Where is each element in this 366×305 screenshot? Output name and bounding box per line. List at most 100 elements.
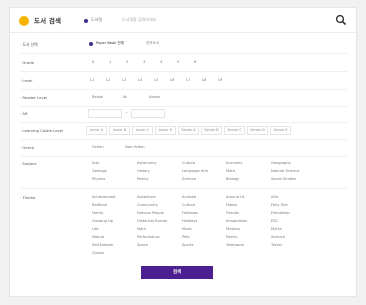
subject-option[interactable]: Geography (271, 161, 291, 165)
grade-option[interactable]: 6 (194, 60, 196, 64)
subject-option[interactable]: Culture (182, 161, 195, 165)
booktype-radio-all[interactable] (89, 42, 93, 46)
reader-level-option[interactable]: Below (92, 95, 103, 99)
subject-option[interactable]: Natural Science (271, 169, 299, 173)
search-button[interactable]: 검색 (141, 266, 213, 279)
level-option[interactable]: L5 (154, 78, 158, 82)
ar-label: · AR (20, 111, 28, 116)
search-header: 도서 검색 도서명 도서명을 입력하세요 (10, 8, 358, 33)
lcl-option[interactable]: Junior A (86, 126, 107, 135)
lcl-option[interactable]: Senior B (201, 126, 222, 135)
reader-level-option[interactable]: Above (149, 95, 160, 99)
theme-option[interactable]: Performance (137, 235, 160, 239)
genre-label: · Genre (20, 145, 34, 150)
theme-option[interactable]: Friendship (271, 211, 289, 215)
theme-option[interactable]: Growing Up (92, 219, 113, 223)
grade-option[interactable]: K (92, 60, 94, 64)
theme-option[interactable]: Self-Esteem (92, 243, 113, 247)
page-title: 도서 검색 (34, 17, 62, 25)
theme-option[interactable]: Historical Events (137, 219, 167, 223)
theme-option[interactable]: Culture (182, 203, 195, 207)
search-input[interactable]: 도서명을 입력하세요 (122, 17, 156, 23)
theme-option[interactable]: Around Us (226, 195, 245, 199)
theme-option[interactable]: Holidays (182, 219, 197, 223)
lcl-option[interactable]: Junior C (132, 126, 153, 135)
booktype-option[interactable]: 전자도서 (146, 41, 159, 46)
theme-option[interactable]: Family (92, 211, 104, 215)
lcl-option[interactable]: Senior D (247, 126, 268, 135)
lcl-option[interactable]: Senior E (270, 126, 291, 135)
subject-option[interactable]: Astronomy (137, 161, 156, 165)
reader-level-option[interactable]: At (123, 95, 127, 99)
theme-option[interactable]: Bedtime (92, 203, 107, 207)
subject-option[interactable]: Economy (226, 161, 243, 165)
subject-option[interactable]: Social Studies (271, 177, 296, 181)
grade-option[interactable]: 4 (160, 60, 162, 64)
theme-option[interactable]: Music (182, 227, 192, 231)
subject-option[interactable]: Science (182, 177, 196, 181)
ar-max-input[interactable] (131, 109, 165, 118)
theme-option[interactable]: Famous People (137, 211, 164, 215)
theme-option[interactable]: Mystery (226, 227, 240, 231)
level-option[interactable]: L9 (218, 78, 222, 82)
theme-option[interactable]: Teamwork (226, 243, 244, 247)
level-label: · Level (20, 78, 33, 83)
level-option[interactable]: L2 (106, 78, 110, 82)
theme-option[interactable]: Friends (226, 211, 239, 215)
theme-option[interactable]: Achievement (92, 195, 116, 199)
level-option[interactable]: L6 (170, 78, 174, 82)
theme-option[interactable]: Fairy Tale (271, 203, 288, 207)
theme-option[interactable]: Folktales (182, 211, 198, 215)
theme-option[interactable]: Animals (182, 195, 196, 199)
ar-min-input[interactable] (88, 109, 122, 118)
search-icon[interactable] (335, 14, 347, 26)
subject-option[interactable]: Math (226, 169, 235, 173)
theme-option[interactable]: Myths (271, 227, 282, 231)
lcl-option[interactable]: Junior D (155, 126, 176, 135)
subject-option[interactable]: Language Arts (182, 169, 208, 173)
theme-option[interactable]: Fables (226, 203, 237, 207)
grade-option[interactable]: 1 (109, 60, 111, 64)
subject-option[interactable]: Geology (92, 169, 107, 173)
theme-option[interactable]: Arts (271, 195, 278, 199)
level-option[interactable]: L1 (90, 78, 94, 82)
subject-option[interactable]: Biology (226, 177, 239, 181)
theme-option[interactable]: Community (137, 203, 158, 207)
lcl-option[interactable]: Senior A (178, 126, 199, 135)
theme-option[interactable]: ESC (271, 219, 278, 223)
subject-label: · Subject (20, 161, 37, 166)
level-option[interactable]: L8 (202, 78, 206, 82)
theme-option[interactable]: Sports (182, 243, 194, 247)
logo-icon (19, 16, 29, 26)
search-mode-label[interactable]: 도서명 (91, 17, 102, 23)
theme-option[interactable]: Imagination (226, 219, 247, 223)
theme-option[interactable]: Life (92, 227, 98, 231)
subject-option[interactable]: Physics (92, 177, 105, 181)
subject-option[interactable]: Arts (92, 161, 99, 165)
genre-option[interactable]: Fiction (92, 145, 104, 149)
genre-option[interactable]: Non-fiction (125, 145, 145, 149)
theme-option[interactable]: Travel (271, 243, 282, 247)
grade-option[interactable]: 3 (143, 60, 145, 64)
lcl-option[interactable]: Junior B (109, 126, 130, 135)
level-option[interactable]: L3 (122, 78, 126, 82)
theme-option[interactable]: Classic (92, 251, 104, 255)
search-panel: 도서 검색 도서명 도서명을 입력하세요 · 도서 선택 Paper Book … (9, 7, 358, 297)
grade-option[interactable]: 2 (126, 60, 128, 64)
theme-option[interactable]: Nature (92, 235, 104, 239)
theme-option[interactable]: Math (137, 227, 146, 231)
grade-option[interactable]: 5 (177, 60, 179, 64)
subject-option[interactable]: Poetry (137, 177, 148, 181)
theme-option[interactable]: Poetry (226, 235, 237, 239)
theme-option[interactable]: Adventure (137, 195, 156, 199)
theme-option[interactable]: Science (271, 235, 285, 239)
theme-option[interactable]: Space (137, 243, 148, 247)
search-mode-radio[interactable] (84, 19, 88, 23)
level-option[interactable]: L7 (186, 78, 190, 82)
lcl-option[interactable]: Senior C (224, 126, 245, 135)
booktype-option[interactable]: Paper Book 전체 (96, 41, 124, 46)
level-option[interactable]: L4 (138, 78, 142, 82)
subject-option[interactable]: History (137, 169, 150, 173)
reader-level-label: · Reader Level (20, 95, 48, 100)
theme-option[interactable]: Pets (182, 235, 190, 239)
